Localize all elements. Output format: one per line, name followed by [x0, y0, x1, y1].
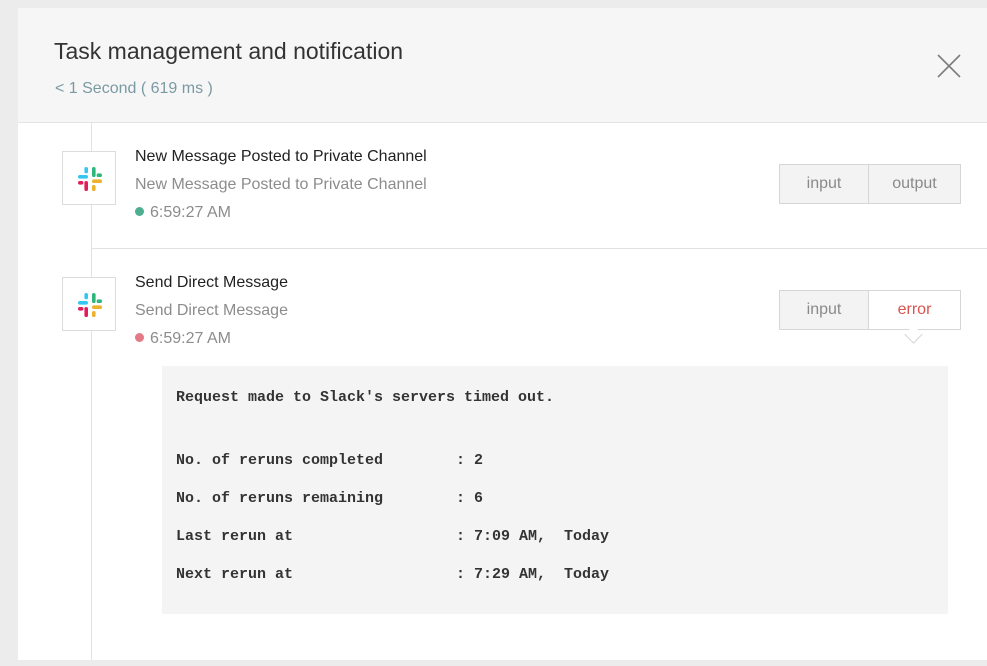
- error-details-box: Request made to Slack's servers timed ou…: [162, 366, 948, 614]
- slack-icon: [78, 167, 102, 191]
- task-subtitle: Send Direct Message: [135, 302, 288, 319]
- detail-value: : 7:09 AM, Today: [456, 528, 610, 545]
- status-dot-error: [135, 333, 144, 342]
- slack-icon: [78, 293, 102, 317]
- detail-value: : 6: [456, 490, 484, 507]
- task-time-text: 6:59:27 AM: [150, 330, 231, 347]
- task-item: Send Direct Message Send Direct Message …: [18, 274, 987, 374]
- task-time-text: 6:59:27 AM: [150, 204, 231, 221]
- output-tab[interactable]: output: [869, 165, 960, 203]
- error-message: Request made to Slack's servers timed ou…: [176, 389, 555, 406]
- task-title: Send Direct Message: [135, 274, 288, 291]
- task-subtitle: New Message Posted to Private Channel: [135, 176, 427, 193]
- input-tab[interactable]: input: [780, 165, 869, 203]
- input-tab[interactable]: input: [780, 291, 869, 329]
- task-history-panel: Task management and notification < 1 Sec…: [18, 8, 987, 660]
- data-tab-group: input error: [779, 290, 961, 330]
- task-timestamp: 6:59:27 AM: [135, 330, 231, 348]
- error-tab[interactable]: error: [869, 291, 960, 329]
- detail-value: : 2: [456, 452, 484, 469]
- detail-key: No. of reruns completed: [176, 452, 384, 469]
- task-timestamp: 6:59:27 AM: [135, 204, 231, 222]
- task-title: New Message Posted to Private Channel: [135, 148, 427, 165]
- detail-value: : 7:29 AM, Today: [456, 566, 610, 583]
- detail-key: Next rerun at: [176, 566, 294, 583]
- detail-key: No. of reruns remaining: [176, 490, 384, 507]
- status-dot-success: [135, 207, 144, 216]
- error-detail-row: No. of reruns completed : 2: [176, 452, 483, 469]
- detail-key: Last rerun at: [176, 528, 294, 545]
- execution-duration: < 1 Second ( 619 ms ): [55, 80, 213, 97]
- app-icon-box: [62, 277, 116, 331]
- app-icon-box: [62, 151, 116, 205]
- page-title: Task management and notification: [54, 38, 404, 64]
- close-icon: [937, 54, 961, 78]
- task-item: New Message Posted to Private Channel Ne…: [18, 148, 987, 248]
- error-detail-row: No. of reruns remaining : 6: [176, 490, 483, 507]
- close-button[interactable]: [936, 53, 962, 79]
- error-detail-row: Last rerun at : 7:09 AM, Today: [176, 528, 609, 545]
- task-divider: [92, 248, 987, 249]
- data-tab-group: input output: [779, 164, 961, 204]
- error-detail-row: Next rerun at : 7:29 AM, Today: [176, 566, 609, 583]
- panel-header: Task management and notification < 1 Sec…: [18, 8, 987, 123]
